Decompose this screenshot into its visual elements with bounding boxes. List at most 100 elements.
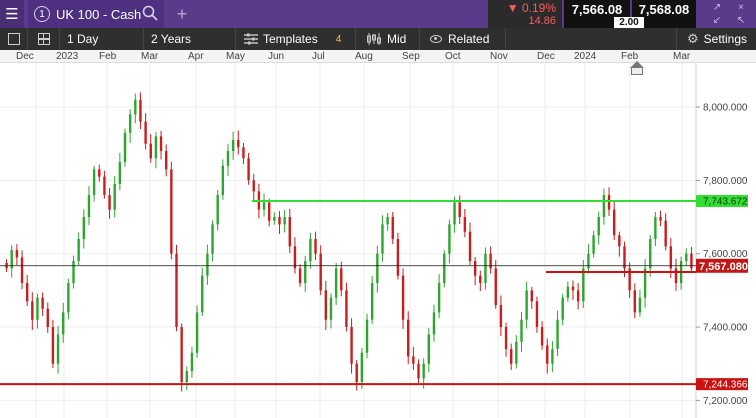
- candle-body: [278, 217, 281, 225]
- candle-body: [453, 202, 456, 225]
- candle-body: [576, 290, 580, 302]
- month-label: 2023: [56, 51, 79, 62]
- candle-body: [118, 162, 122, 185]
- layout-grid-icon[interactable]: [28, 28, 60, 50]
- close-icon[interactable]: ×: [730, 2, 752, 13]
- candle-body: [211, 224, 214, 254]
- candle-body: [242, 147, 245, 159]
- candle-body: [381, 224, 384, 254]
- candle-body: [128, 114, 132, 133]
- candle-body: [659, 217, 662, 221]
- candle-body: [185, 371, 188, 383]
- candle-body: [484, 253, 487, 284]
- templates-label: Templates: [263, 32, 318, 46]
- candle-body: [334, 268, 338, 298]
- period-selector[interactable]: 1 Day: [60, 28, 144, 50]
- candle-body: [556, 319, 559, 350]
- level-label: 7,244.366: [703, 380, 748, 391]
- related-button[interactable]: Related: [420, 28, 506, 50]
- candle-body: [46, 308, 49, 328]
- market-name: UK 100 - Cash: [56, 6, 142, 22]
- hamburger-icon[interactable]: ☰: [0, 0, 24, 28]
- candle-body: [41, 297, 44, 309]
- month-label: Mar: [673, 51, 691, 62]
- candle-body: [448, 224, 451, 254]
- month-label: Jun: [268, 51, 285, 62]
- popout-icon[interactable]: ↗: [706, 2, 728, 13]
- candle-body: [216, 195, 219, 225]
- panel-toggle-icon[interactable]: [0, 28, 28, 50]
- candle-body: [669, 246, 673, 269]
- templates-icon: [244, 33, 258, 45]
- related-label: Related: [448, 32, 490, 46]
- candle-body: [159, 136, 163, 152]
- candle-body: [262, 202, 266, 210]
- expand-icon[interactable]: ↖: [730, 15, 752, 26]
- candle-body: [87, 195, 91, 218]
- candle-body: [77, 239, 80, 262]
- current-price-label: 7,567.080: [699, 261, 748, 273]
- candle-body: [314, 239, 317, 254]
- month-label: May: [226, 51, 245, 62]
- candle-body: [56, 334, 60, 364]
- market-index-badge: 1: [34, 6, 50, 22]
- candle-body: [401, 275, 405, 320]
- candle-body: [108, 195, 111, 210]
- candle-body: [427, 334, 431, 364]
- panel-icon: [7, 33, 20, 45]
- templates-button[interactable]: Templates 4: [236, 28, 356, 50]
- change-percent: ▼ 0.19%: [506, 1, 556, 15]
- candle-body: [31, 301, 34, 320]
- range-selector[interactable]: 2 Years: [144, 28, 236, 50]
- candle-body: [432, 312, 436, 335]
- candle-body: [231, 140, 235, 152]
- candle-body: [221, 165, 225, 196]
- candle-body: [67, 283, 70, 313]
- price-chart[interactable]: 7,743.672 7,244.366 7,567.080 8,000.000 7,8…: [0, 63, 756, 418]
- candle-body: [582, 268, 585, 302]
- candle-body: [520, 319, 523, 342]
- candle-body: [149, 143, 152, 159]
- candle-body: [546, 345, 549, 364]
- month-label: Dec: [537, 51, 555, 62]
- candle-body: [422, 363, 425, 379]
- market-tab[interactable]: 1 UK 100 - Cash: [28, 0, 164, 28]
- search-icon[interactable]: [142, 5, 158, 21]
- candle-body: [618, 235, 621, 247]
- candle-body: [479, 275, 482, 284]
- candle-body: [407, 319, 410, 357]
- candle-body: [561, 297, 564, 320]
- candle-body: [319, 253, 322, 291]
- candle-body: [288, 217, 291, 247]
- price-tick-label: 7,200.000: [703, 396, 748, 407]
- candle-body: [623, 246, 626, 269]
- candle-body: [612, 209, 616, 236]
- candle-body: [396, 239, 400, 276]
- candle-body: [515, 341, 518, 364]
- price-tick-label: 7,800.000: [703, 176, 748, 187]
- candle-body: [597, 217, 600, 236]
- settings-button[interactable]: ⚙ Settings: [676, 28, 756, 50]
- price-change: ▼ 0.19% 14.86: [488, 0, 562, 28]
- candle-body: [350, 327, 353, 364]
- candle-body: [195, 312, 199, 353]
- candle-body: [165, 151, 168, 170]
- plus-icon[interactable]: +: [172, 0, 192, 28]
- candle-body: [98, 169, 101, 177]
- range-label: 2 Years: [151, 32, 192, 46]
- price-tick-label: 8,000.000: [703, 103, 748, 114]
- price-tick-label: 7,400.000: [703, 323, 748, 334]
- candle-body: [92, 169, 96, 196]
- candle-body: [525, 290, 528, 320]
- month-label: Dec: [16, 51, 34, 62]
- price-type-selector[interactable]: Mid: [356, 28, 420, 50]
- candle-body: [154, 136, 158, 159]
- candle-body: [473, 261, 477, 276]
- minimize-icon[interactable]: ↙: [706, 15, 728, 26]
- candle-body: [360, 352, 364, 383]
- candle-body: [417, 363, 420, 379]
- candle-body: [412, 356, 415, 364]
- candle-body: [298, 268, 302, 284]
- candle-body: [386, 217, 389, 225]
- time-cursor-handle[interactable]: [631, 67, 643, 75]
